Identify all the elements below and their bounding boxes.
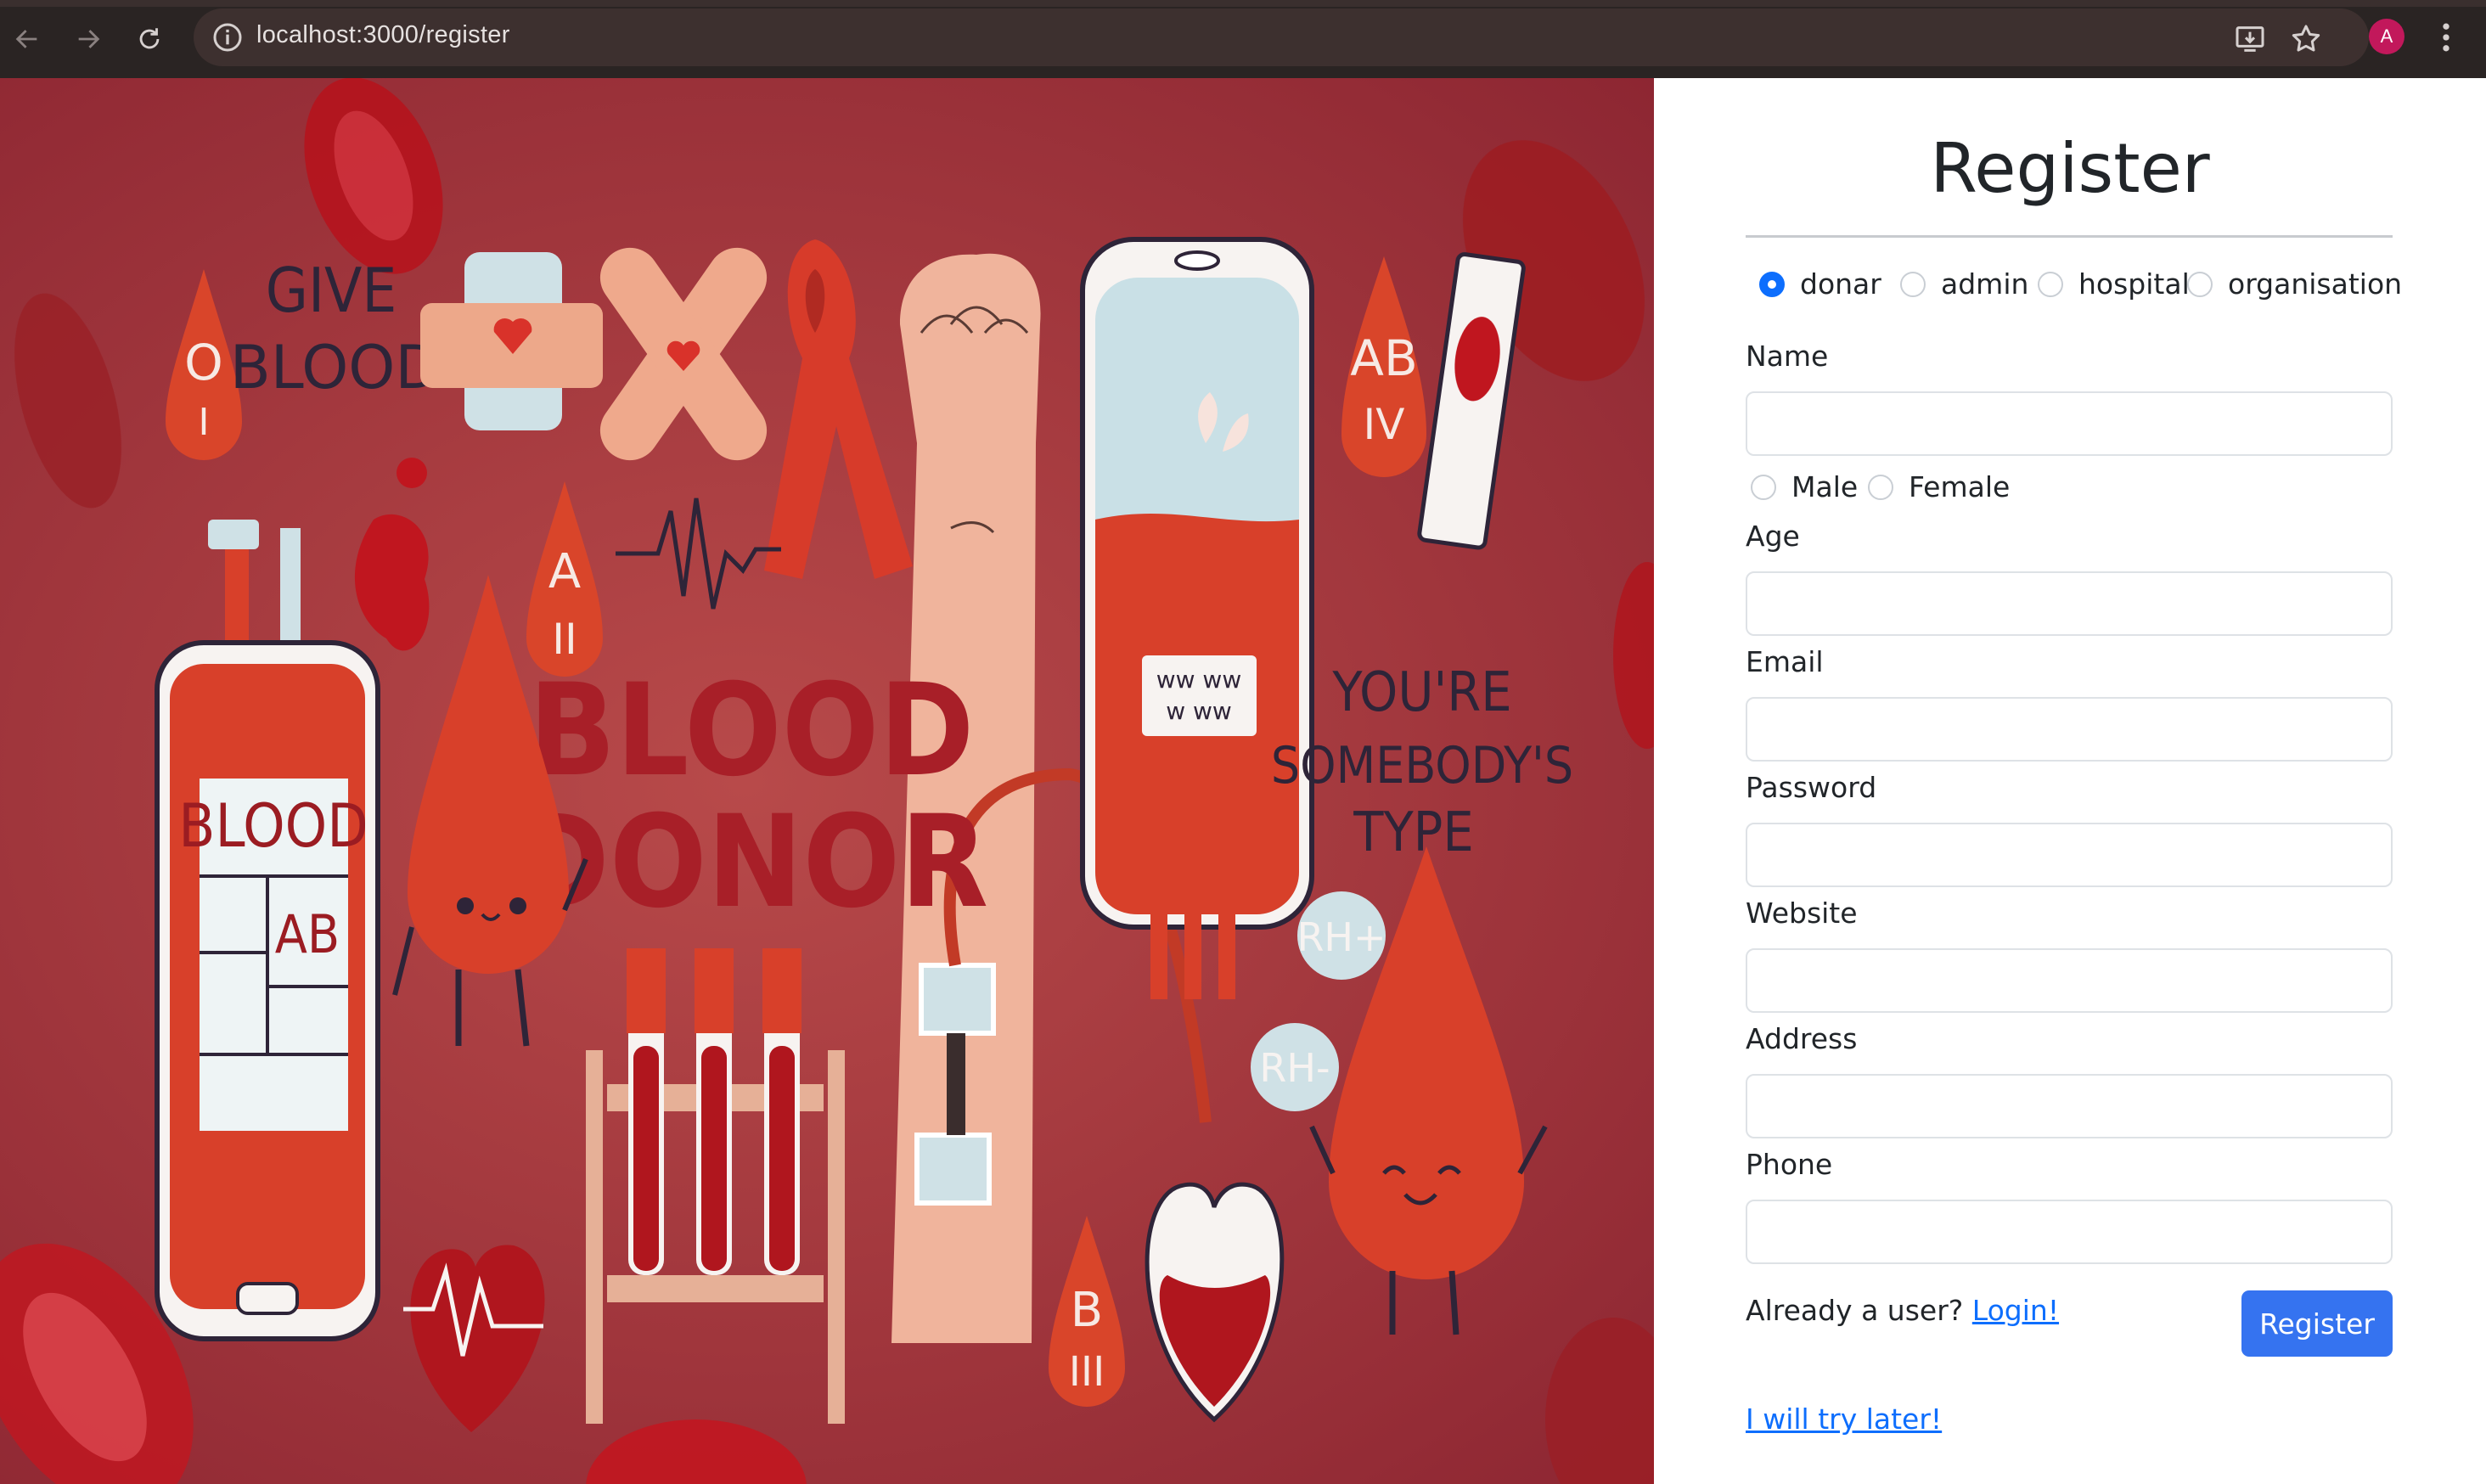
heart-jar bbox=[1145, 1182, 1285, 1423]
website-field[interactable] bbox=[1746, 948, 2393, 1013]
svg-text:w ww: w ww bbox=[1166, 697, 1232, 725]
age-field[interactable] bbox=[1746, 571, 2393, 636]
drop-ab: AB IV bbox=[1341, 256, 1426, 477]
blood-bag-ab: BLOOD AB bbox=[155, 520, 380, 1341]
somebodys-text: SOMEBODY'S bbox=[1271, 736, 1573, 795]
gender-label-male[interactable]: Male bbox=[1791, 470, 1858, 503]
crossed-plasters bbox=[599, 247, 768, 461]
blood-small-text: BLOOD bbox=[230, 333, 442, 402]
install-app-icon[interactable] bbox=[2233, 22, 2267, 56]
url-text[interactable]: localhost:3000/register bbox=[256, 21, 510, 49]
gender-radio-female[interactable] bbox=[1868, 474, 1893, 500]
password-label: Password bbox=[1746, 771, 1877, 804]
role-radio-organisation[interactable] bbox=[2187, 271, 2213, 297]
illustration-canvas: O I GIVE BLOOD ww ww w ww AB IV A II BLO… bbox=[0, 78, 1654, 1484]
address-bar[interactable]: localhost:3000/register bbox=[194, 8, 2369, 66]
rh-negative-text: RH- bbox=[1259, 1045, 1330, 1091]
page-title: Register bbox=[1930, 129, 2210, 208]
role-label-organisation[interactable]: organisation bbox=[2228, 267, 2402, 301]
email-field[interactable] bbox=[1746, 697, 2393, 762]
type-text: TYPE bbox=[1353, 801, 1473, 864]
back-icon[interactable] bbox=[3, 17, 51, 61]
bookmark-star-icon[interactable] bbox=[2289, 22, 2323, 56]
address-label: Address bbox=[1746, 1022, 1858, 1055]
reload-icon[interactable] bbox=[126, 17, 173, 61]
age-label: Age bbox=[1746, 520, 1800, 553]
gender-option-male[interactable]: Male bbox=[1751, 470, 1858, 503]
email-label: Email bbox=[1746, 645, 1824, 678]
role-option-organisation[interactable]: organisation bbox=[2187, 267, 2402, 301]
already-user-text: Already a user? Login! bbox=[1746, 1294, 2059, 1327]
blood-sample-card bbox=[1417, 252, 1526, 550]
give-text: GIVE bbox=[266, 255, 397, 326]
more-menu-icon[interactable] bbox=[2433, 19, 2459, 56]
heart-pulse bbox=[403, 1245, 545, 1432]
rh-positive: RH+ bbox=[1296, 891, 1386, 980]
phone-label: Phone bbox=[1746, 1148, 1833, 1181]
role-label-donar[interactable]: donar bbox=[1800, 267, 1881, 301]
avatar-letter: A bbox=[2380, 25, 2393, 47]
blood-donation-illustration: O I GIVE BLOOD ww ww w ww AB IV A II BLO… bbox=[0, 78, 1654, 1484]
role-radio-hospital[interactable] bbox=[2038, 271, 2063, 297]
role-label-admin[interactable]: admin bbox=[1941, 267, 2028, 301]
role-option-admin[interactable]: admin bbox=[1900, 267, 2028, 301]
blood-big-text: BLOOD bbox=[529, 657, 975, 805]
test-tube-rack bbox=[586, 948, 845, 1424]
drop-b-roman: III bbox=[1069, 1348, 1105, 1396]
bag-ab-text: AB bbox=[275, 903, 340, 965]
drop-o-roman: I bbox=[199, 401, 210, 444]
svg-text:ww ww: ww ww bbox=[1156, 666, 1242, 694]
register-panel: Register donar admin hospital organisati… bbox=[1654, 78, 2486, 1484]
role-option-hospital[interactable]: hospital bbox=[2038, 267, 2190, 301]
rh-negative: RH- bbox=[1251, 1023, 1339, 1111]
login-link[interactable]: Login! bbox=[1972, 1294, 2059, 1327]
tab-strip-edge bbox=[0, 0, 2486, 7]
drop-b-letter: B bbox=[1071, 1283, 1103, 1338]
name-label: Name bbox=[1746, 340, 1829, 373]
drop-ab-letter: AB bbox=[1350, 329, 1417, 387]
youre-text: YOU'RE bbox=[1331, 661, 1511, 724]
forward-icon[interactable] bbox=[65, 17, 112, 61]
awareness-ribbon bbox=[764, 239, 913, 579]
role-radio-donar[interactable] bbox=[1759, 271, 1785, 297]
title-divider bbox=[1746, 235, 2393, 238]
browser-toolbar: localhost:3000/register A bbox=[0, 0, 2486, 78]
gender-radio-male[interactable] bbox=[1751, 474, 1776, 500]
site-info-icon[interactable] bbox=[211, 20, 245, 54]
drop-o-letter: O bbox=[184, 334, 223, 391]
iv-blood-bag: ww ww w ww bbox=[1080, 237, 1314, 999]
bag-blood-text: BLOOD bbox=[178, 791, 368, 861]
rh-positive-text: RH+ bbox=[1296, 914, 1386, 960]
role-label-hospital[interactable]: hospital bbox=[2078, 267, 2190, 301]
gender-label-female[interactable]: Female bbox=[1909, 470, 2010, 503]
drop-ab-roman: IV bbox=[1364, 400, 1405, 449]
website-label: Website bbox=[1746, 897, 1858, 930]
drop-b: B III bbox=[1049, 1216, 1125, 1407]
phone-field[interactable] bbox=[1746, 1200, 2393, 1264]
register-button[interactable]: Register bbox=[2241, 1290, 2393, 1357]
bandage bbox=[420, 252, 603, 430]
profile-avatar[interactable]: A bbox=[2369, 19, 2404, 54]
drop-a-letter: A bbox=[548, 544, 581, 599]
drop-a: A II bbox=[526, 481, 603, 677]
gender-option-female[interactable]: Female bbox=[1868, 470, 2010, 503]
role-option-donar[interactable]: donar bbox=[1759, 267, 1881, 301]
address-field[interactable] bbox=[1746, 1074, 2393, 1138]
role-radio-admin[interactable] bbox=[1900, 271, 1926, 297]
name-field[interactable] bbox=[1746, 391, 2393, 456]
password-field[interactable] bbox=[1746, 823, 2393, 887]
already-user-label: Already a user? bbox=[1746, 1294, 1964, 1327]
try-later-link[interactable]: I will try later! bbox=[1746, 1402, 1942, 1436]
